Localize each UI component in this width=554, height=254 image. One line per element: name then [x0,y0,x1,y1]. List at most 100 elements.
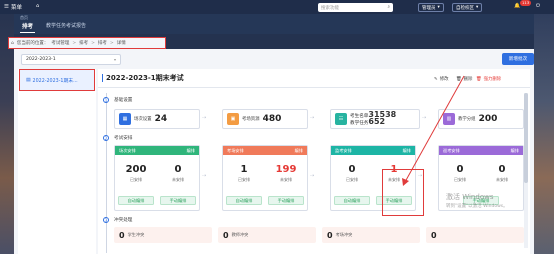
info-label: 教学任务 [350,121,369,126]
info-card-groups[interactable]: ▥ 教学分组 200 [438,109,524,129]
unarranged-label: 未安排 [280,177,292,182]
student-task-stack: 考生名单31538 教学任务652 [350,111,396,127]
arranged-label: 已安排 [454,177,466,182]
arrange-card-title: 监考安排 [335,147,352,153]
info-value: 480 [262,114,282,124]
manual-arrange-button[interactable]: 手动编排 [268,196,304,205]
sub-navigation: 首页 排考 教学任务考试报告 [14,14,534,34]
batch-detail: 2022-2023-1期末考试 ✎ 修改 🗑 删除 🗑 强力删除 1 基础设置 … [98,69,530,254]
arrange-link[interactable]: 编排 [295,148,303,154]
unarranged-label: 未安排 [496,177,508,182]
unarranged-label: 未安排 [172,177,184,182]
info-label: 教学分组 [458,117,476,122]
sidebar-item-batch[interactable]: ▤ 2022-2023-1期末... [19,69,95,91]
top-bar: ☰ 菜单 ⌂ 搜索功能 ⌕ 管理员 ▾ 自检校区 ▾ 🔔 113 ⏻ [0,0,554,14]
arranged-count: 0 [456,164,464,175]
conflict-card-room[interactable]: 0 考场冲突 [322,227,420,243]
notice-badge: 113 [520,0,532,6]
step-2-marker: 2 [103,135,109,141]
calendar-icon: ▦ [119,113,131,125]
user-icon[interactable]: ⏻ [536,3,540,9]
breadcrumb-separator: > [109,40,114,46]
role-dropdown[interactable]: 管理员 ▾ [418,3,444,12]
info-label: 考场资源 [242,117,260,122]
term-value: 2022-2023-1 [26,57,56,62]
trash-icon: 🗑 [476,76,482,82]
group-icon: ▥ [443,113,455,125]
batch-sidebar: ▤ 2022-2023-1期末... [18,69,96,254]
arrange-link[interactable]: 编排 [187,148,195,154]
breadcrumb-item[interactable]: 排考 [79,40,88,46]
home-icon[interactable]: ⌂ [36,3,39,9]
step-1-marker: 1 [103,97,109,103]
arranged-label: 已安排 [238,177,250,182]
manual-arrange-button[interactable]: 手动编排 [160,196,196,205]
edit-button[interactable]: ✎ 修改 [434,76,448,83]
breadcrumb-home-icon: ⌂ [11,40,14,46]
unarranged-count: 0 [498,164,506,175]
trash-icon: 🗑 [456,76,462,82]
arrange-card-title: 场次安排 [119,147,136,153]
arrange-stats: 200 已安排 0 未安排 [115,164,199,183]
flow-arrow-icon: ⇢ [202,115,207,121]
flow-arrow-icon: ⇢ [422,115,427,121]
auto-arrange-button[interactable]: 自动编排 [118,196,154,205]
arranged-label: 已安排 [130,177,142,182]
arrange-link[interactable]: 编排 [403,148,411,154]
force-delete-button[interactable]: 🗑 强力删除 [476,76,501,83]
arrange-card-title: 考场安排 [227,147,244,153]
search-input[interactable]: 搜索功能 ⌕ [318,3,393,12]
scrollbar-thumb[interactable] [524,93,528,183]
flow-arrow-icon: ⇢ [310,115,315,121]
conflict-card-student[interactable]: 0 学生冲突 [114,227,212,243]
content-panel: 2022-2023-1 ▾ 新增批次 ▤ 2022-2023-1期末... 20… [14,49,534,254]
room-icon: ▣ [227,113,239,125]
menu-button[interactable]: ☰ 菜单 [4,3,22,11]
campus-dropdown[interactable]: 自检校区 ▾ [452,3,483,12]
annotation-highlight-box [382,169,424,216]
conflict-label: 考场冲突 [335,232,353,237]
info-card-rooms[interactable]: ▣ 考场资源 480 [222,109,308,129]
conflict-card-teacher[interactable]: 0 教师冲突 [218,227,316,243]
vertical-scrollbar[interactable] [524,93,528,248]
timeline-line [106,93,107,253]
info-value: 200 [478,114,498,124]
windows-activation-watermark: 激活 Windows 转到"设置"以激活 Windows。 [446,192,508,209]
breadcrumb-item[interactable]: 排考 [98,40,107,46]
breadcrumb-item-current: 详情 [116,41,126,46]
tab-home[interactable]: 首页 [20,15,28,21]
new-batch-button[interactable]: 新增批次 [502,53,534,65]
arrange-link[interactable]: 编排 [511,148,519,154]
conflict-row: 0 学生冲突 0 教师冲突 0 考场冲突 0 [114,227,524,243]
tab-arrange-exam[interactable]: 排考 [19,22,36,33]
info-card-sessions[interactable]: ▦ 场次设置 24 [114,109,200,129]
arranged-count: 200 [125,164,147,175]
conflict-card-other[interactable]: 0 [426,227,524,243]
watermark-line-1: 激活 Windows [446,193,494,201]
role-label: 管理员 [422,5,436,11]
section-conflict-handling: 冲突处理 [114,218,133,223]
auto-arrange-button[interactable]: 自动编排 [334,196,370,205]
breadcrumb-separator: > [72,40,77,46]
auto-arrange-button[interactable]: 自动编排 [226,196,262,205]
delete-button[interactable]: 🗑 删除 [456,76,472,83]
conflict-count: 0 [431,230,437,240]
chevron-down-icon: ▾ [113,57,116,62]
breadcrumb-item[interactable]: 考试管理 [51,40,69,46]
search-icon[interactable]: ⌕ [387,4,390,10]
flow-arrow-icon: ⇢ [310,173,315,179]
unarranged-count: 199 [275,164,297,175]
arranged-count: 0 [348,164,356,175]
info-value: 24 [154,114,168,124]
tab-teaching-task-report[interactable]: 教学任务考试报告 [46,22,86,29]
term-select[interactable]: 2022-2023-1 ▾ [21,54,121,65]
chevron-down-icon: ▾ [437,5,440,10]
menu-label: 菜单 [10,5,22,11]
info-card-students[interactable]: ☷ 考生名单31538 教学任务652 [330,109,420,129]
campus-label: 自检校区 [456,5,474,11]
desktop-background-right [534,0,554,254]
hamburger-icon: ☰ [4,4,9,10]
arrange-card-header: 监考安排 编排 [331,146,415,155]
conflict-count: 0 [119,230,125,240]
conflict-label: 教师冲突 [231,232,249,237]
